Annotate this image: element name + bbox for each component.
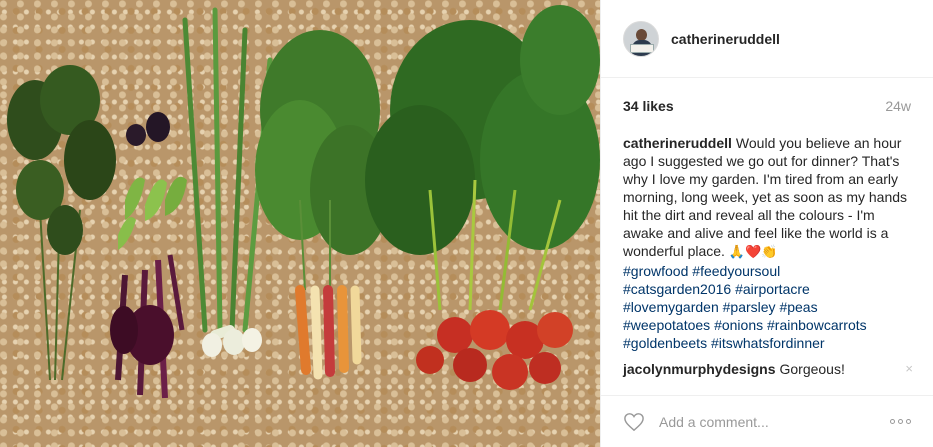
heart-outline-icon[interactable] (623, 411, 647, 433)
delete-comment-icon[interactable]: × (905, 360, 913, 378)
comment-item: jacolynmurphydesigns Gorgeous! × (623, 360, 913, 378)
hashtag[interactable]: #goldenbeets (623, 335, 707, 351)
post-header: catherineruddell (601, 0, 933, 78)
golden-beets (365, 5, 600, 390)
caption: catherineruddell Would you believe an hou… (623, 134, 911, 352)
clapping-hands-emoji: 👏 (761, 245, 778, 260)
avatar[interactable] (623, 20, 659, 57)
post-sidebar: catherineruddell 34 likes 24w catheriner… (600, 0, 933, 447)
purple-onions (110, 254, 185, 399)
hashtag[interactable]: #catsgarden2016 (623, 281, 731, 297)
likes-count[interactable]: 34 likes (623, 98, 674, 114)
hashtag[interactable]: #onions (714, 317, 763, 333)
post-photo[interactable] (0, 0, 600, 447)
potatoes (126, 112, 170, 146)
comments-list: catherineruddell Would you believe an hou… (601, 134, 933, 378)
add-comment-input[interactable] (659, 413, 879, 430)
hashtag[interactable]: #peas (779, 299, 817, 315)
post-username[interactable]: catherineruddell (671, 31, 780, 47)
praying-hands-emoji: 🙏 (728, 245, 746, 260)
hashtag[interactable]: #growfood (623, 263, 688, 279)
more-options-icon[interactable] (890, 419, 911, 424)
comment-username[interactable]: jacolynmurphydesigns (623, 361, 775, 377)
red-heart-emoji: ❤️ (745, 245, 762, 260)
instagram-post: catherineruddell 34 likes 24w catheriner… (0, 0, 933, 447)
hashtag[interactable]: #rainbowcarrots (767, 317, 867, 333)
post-meta: 34 likes 24w (601, 78, 933, 134)
comment-footer (601, 395, 933, 447)
hashtag[interactable]: #feedyoursoul (692, 263, 780, 279)
vegetable-photo (7, 5, 600, 399)
parsley-bunch (7, 65, 116, 381)
post-timestamp[interactable]: 24w (885, 98, 911, 114)
hashtag[interactable]: #parsley (723, 299, 776, 315)
hashtag[interactable]: #itswhatsfordinner (711, 335, 825, 351)
hashtag[interactable]: #weepotatoes (623, 317, 710, 333)
caption-username[interactable]: catherineruddell (623, 135, 732, 151)
hashtag[interactable]: #airportacre (735, 281, 810, 297)
hashtag[interactable]: #lovemygarden (623, 299, 719, 315)
peas (118, 176, 187, 250)
caption-text: Would you believe an hour ago I suggeste… (623, 135, 908, 259)
comment-text: Gorgeous! (779, 361, 845, 377)
